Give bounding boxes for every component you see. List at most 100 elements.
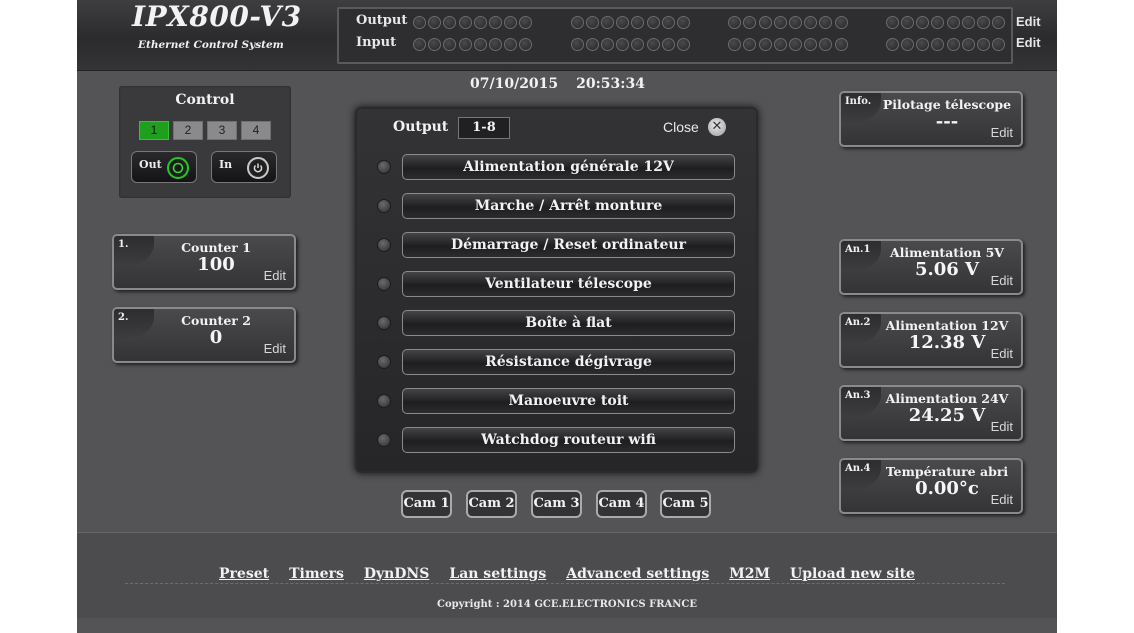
input-led-group [728,38,848,51]
cam-button-4[interactable]: Cam 4 [596,490,647,518]
input-status-label: Input [356,35,397,50]
output-toggle-button-2[interactable]: Marche / Arrêt monture [402,193,735,219]
output-toggle-button-7[interactable]: Manoeuvre toit [402,388,735,414]
input-led-icon [961,38,975,51]
analog-edit-link[interactable]: Edit [991,346,1013,361]
output-led-icon [804,16,818,29]
cam-button-3[interactable]: Cam 3 [531,490,582,518]
output-led-icon [661,16,675,29]
counter-tag: 2. [118,312,129,323]
input-led-icon [428,38,442,51]
input-led-icon [443,38,457,51]
input-led-icon [946,38,960,51]
output-toggle-button-8[interactable]: Watchdog routeur wifi [402,427,735,453]
output-led-icon [570,16,584,29]
output-led-group [885,16,1006,29]
output-led-icon [377,199,391,213]
output-led-icon [377,238,391,252]
input-led-icon [473,38,487,51]
output-toggle-button-4[interactable]: Ventilateur télescope [402,271,735,297]
analog-tag: An.1 [845,244,871,255]
page-button-4[interactable]: 4 [241,121,271,140]
cam-button-5[interactable]: Cam 5 [660,490,711,518]
output-row-6: Résistance dégivrage [373,349,735,375]
output-led-icon [519,16,533,29]
info-edit-link[interactable]: Edit [991,125,1013,140]
cam-button-2[interactable]: Cam 2 [466,490,517,518]
output-row-4: Ventilateur télescope [373,271,735,297]
counter-edit-link[interactable]: Edit [264,341,286,356]
output-led-icon [885,16,899,29]
analog-title: Alimentation 12V [885,318,1009,333]
input-led-icon [992,38,1006,51]
input-led-icon [600,38,614,51]
info-title: Pilotage télescope [882,97,1012,112]
output-led-icon [631,16,645,29]
output-led-icon [585,16,599,29]
output-led-icon [961,16,975,29]
analog-title: Alimentation 24V [885,391,1009,406]
footer-link-preset[interactable]: Preset [219,566,269,582]
counter-edit-link[interactable]: Edit [264,268,286,283]
footer-link-m2m[interactable]: M2M [729,566,770,582]
input-led-icon [758,38,772,51]
output-row-1: Alimentation générale 12V [373,154,735,180]
output-toggle-button-1[interactable]: Alimentation générale 12V [402,154,735,180]
footer-link-timers[interactable]: Timers [289,566,344,582]
counter-card-1: 1. Counter 1 100 Edit [112,234,296,290]
output-led-icon [976,16,990,29]
analog-title: Alimentation 5V [889,245,1005,260]
input-led-icon [488,38,502,51]
logo-title: IPX800-V3 [132,0,302,33]
close-icon[interactable]: ✕ [708,118,726,136]
out-toggle-button[interactable]: Out [131,151,197,183]
cam-button-1[interactable]: Cam 1 [401,490,452,518]
analog-edit-link[interactable]: Edit [991,419,1013,434]
analog-tag: An.4 [845,463,871,474]
input-led-icon [585,38,599,51]
input-led-icon [504,38,518,51]
output-led-icon [834,16,848,29]
output-toggle-button-6[interactable]: Résistance dégivrage [402,349,735,375]
power-icon [247,157,269,179]
analog-tag: An.2 [845,317,871,328]
page-button-2[interactable]: 2 [173,121,203,140]
input-led-icon [728,38,742,51]
analog-card-1: An.1 Alimentation 5V 5.06 V Edit [839,239,1023,295]
input-led-icon [788,38,802,51]
in-toggle-label: In [219,158,233,171]
output-led-icon [946,16,960,29]
output-led-icon [458,16,472,29]
output-toggle-button-5[interactable]: Boîte à flat [402,310,735,336]
page-button-1[interactable]: 1 [139,121,169,140]
footer-link-upload-new-site[interactable]: Upload new site [790,566,915,582]
close-button[interactable]: Close [663,119,699,135]
output-led-icon [931,16,945,29]
output-led-icon [473,16,487,29]
in-toggle-button[interactable]: In [211,151,277,183]
output-led-icon [646,16,660,29]
footer-link-dyndns[interactable]: DynDNS [364,566,430,582]
page-button-3[interactable]: 3 [207,121,237,140]
control-panel: Control 1 2 3 4 Out In [119,86,291,198]
edit-output-link[interactable]: Edit [1016,14,1041,29]
output-led-icon [504,16,518,29]
input-led-icon [773,38,787,51]
footer: Preset Timers DynDNS Lan settings Advanc… [77,532,1057,618]
footer-link-advanced-settings[interactable]: Advanced settings [566,566,709,582]
output-led-icon [377,355,391,369]
output-modal: Output 1-8 Close ✕ Alimentation générale… [355,107,758,473]
date-text: 07/10/2015 [470,76,559,92]
edit-input-link[interactable]: Edit [1016,35,1041,50]
output-toggle-button-3[interactable]: Démarrage / Reset ordinateur [402,232,735,258]
output-range-selector[interactable]: 1-8 [458,117,510,139]
output-led-group [413,16,533,29]
footer-link-lan-settings[interactable]: Lan settings [449,566,546,582]
analog-card-3: An.3 Alimentation 24V 24.25 V Edit [839,385,1023,441]
copyright-text: Copyright : 2014 GCE.ELECTRONICS FRANCE [436,599,698,610]
analog-edit-link[interactable]: Edit [991,273,1013,288]
output-led-icon [377,277,391,291]
analog-edit-link[interactable]: Edit [991,492,1013,507]
output-led-icon [676,16,690,29]
output-row-5: Boîte à flat [373,310,735,336]
